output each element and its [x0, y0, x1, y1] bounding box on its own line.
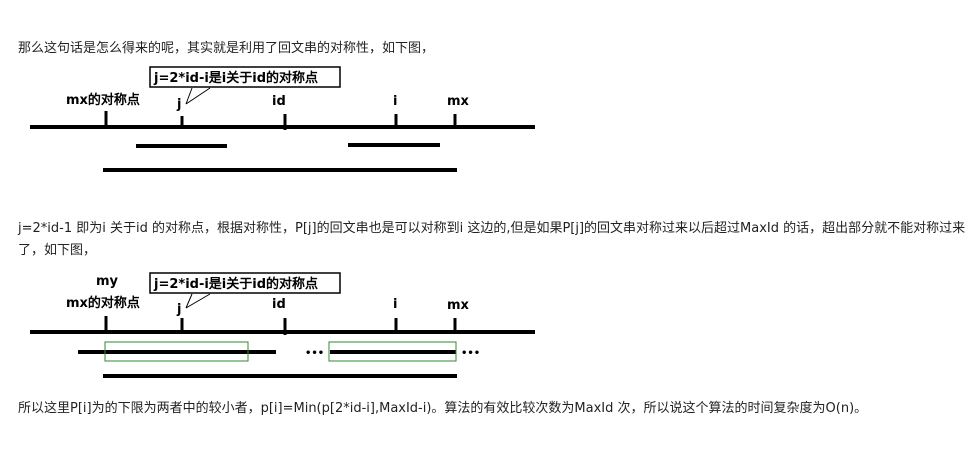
label-id: id — [272, 297, 286, 312]
label-j: j — [176, 302, 181, 317]
label-i: i — [393, 297, 397, 312]
label-id: id — [272, 94, 286, 109]
callout-pointer — [185, 87, 211, 105]
figure-2-diagram: j=2*id-i是i关于id的对称点 my mx的对称点 j id i mx •… — [30, 272, 535, 378]
callout-pointer — [185, 293, 211, 309]
paragraph-explanation: j=2*id-1 即为i 关于id 的对称点，根据对称性，P[j]的回文串也是可… — [18, 221, 966, 258]
label-j: j — [176, 97, 181, 112]
callout-text: j=2*id-i是i关于id的对称点 — [153, 276, 318, 292]
ellipsis-right: ••• — [461, 348, 480, 359]
figure-1-diagram: j=2*id-i是i关于id的对称点 mx的对称点 j id i mx — [30, 66, 535, 172]
label-mx: mx — [447, 298, 470, 313]
callout-text: j=2*id-i是i关于id的对称点 — [153, 70, 318, 86]
paragraph-intro: 那么这句话是怎么得来的呢，其实就是利用了回文串的对称性，如下图， — [18, 41, 435, 56]
label-i: i — [393, 94, 397, 109]
label-my: my — [96, 274, 119, 289]
label-mx: mx — [447, 94, 470, 109]
label-mx-mirror: mx的对称点 — [66, 92, 140, 108]
ellipsis-left: ••• — [305, 348, 324, 359]
label-mx-mirror: mx的对称点 — [66, 295, 140, 311]
paragraph-conclusion: 所以这里P[i]为的下限为两者中的较小者，p[i]=Min(p[2*id-i],… — [18, 401, 868, 416]
